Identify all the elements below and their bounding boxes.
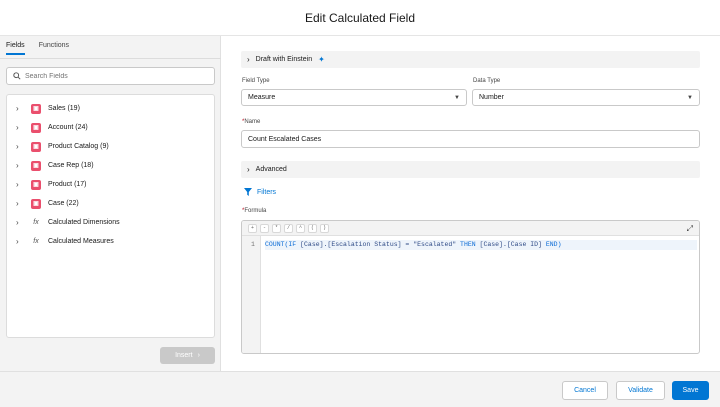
tab-fields[interactable]: Fields: [6, 42, 25, 55]
chevron-right-icon[interactable]: ›: [16, 123, 24, 132]
formula-editor[interactable]: + - * / ^ ( ) ⤢ 1 COUNT(IF [Case].[Escal…: [241, 220, 700, 354]
field-browser-panel: Fields Functions › ▣ Sales (19) › ▣ Acco…: [0, 36, 221, 371]
data-type-select[interactable]: Number ▼: [472, 89, 700, 106]
tree-item-calculated-measures[interactable]: › fx Calculated Measures: [7, 232, 214, 251]
name-input-value: Count Escalated Cases: [248, 135, 322, 143]
modal-title: Edit Calculated Field: [304, 10, 416, 25]
line-number: 1: [251, 241, 255, 248]
tree-item-label: Sales (19): [48, 105, 80, 112]
operator-open-paren-button[interactable]: (: [308, 223, 317, 233]
tree-item-sales[interactable]: › ▣ Sales (19): [7, 99, 214, 118]
advanced-label: Advanced: [255, 166, 287, 173]
chevron-right-icon[interactable]: ›: [16, 237, 24, 246]
tree-item-product[interactable]: › ▣ Product (17): [7, 175, 214, 194]
object-icon: ▣: [31, 160, 41, 171]
name-label-text: Name: [244, 119, 261, 125]
code-close: ): [557, 241, 562, 248]
operator-power-button[interactable]: ^: [296, 223, 305, 233]
tabs-divider: [0, 58, 221, 59]
panel-tabs: Fields Functions: [6, 42, 69, 55]
operator-multiply-button[interactable]: *: [272, 223, 281, 233]
chevron-right-icon[interactable]: ›: [16, 218, 24, 227]
tree-item-label: Account (24): [48, 124, 88, 131]
save-button[interactable]: Save: [672, 381, 709, 400]
formula-code-line[interactable]: COUNT(IF [Case].[Escalation Status] = "E…: [265, 240, 697, 250]
name-input[interactable]: Count Escalated Cases: [241, 130, 700, 148]
search-field-box[interactable]: [6, 67, 215, 85]
fx-icon: fx: [33, 219, 39, 226]
draft-with-einstein-section[interactable]: › Draft with Einstein ✦: [241, 51, 700, 68]
code-result: [Case].[Case ID]: [475, 241, 546, 248]
name-label: *Name: [242, 119, 261, 125]
insert-button-label: Insert: [175, 352, 193, 359]
tree-item-label: Calculated Measures: [48, 238, 114, 245]
chevron-right-icon[interactable]: ›: [16, 199, 24, 208]
object-icon: ▣: [31, 198, 41, 209]
object-icon: ▣: [31, 122, 41, 133]
search-fields-input[interactable]: [25, 72, 205, 80]
filters-link[interactable]: Filters: [244, 188, 276, 196]
tree-item-label: Product Catalog (9): [48, 143, 109, 150]
insert-button[interactable]: Insert ›: [160, 347, 215, 364]
code-keyword-end: END: [545, 241, 558, 248]
tree-item-label: Product (17): [48, 181, 87, 188]
advanced-section[interactable]: › Advanced: [241, 161, 700, 178]
einstein-sparkle-icon: ✦: [318, 55, 325, 64]
formula-label: *Formula: [242, 208, 267, 214]
operator-close-paren-button[interactable]: ): [320, 223, 329, 233]
chevron-right-icon: ›: [247, 55, 250, 64]
tab-functions[interactable]: Functions: [39, 42, 69, 55]
object-icon: ▣: [31, 179, 41, 190]
operator-toolbar: + - * / ^ ( ) ⤢: [242, 221, 699, 236]
line-number-gutter: 1: [242, 236, 261, 353]
tree-item-label: Case (22): [48, 200, 79, 207]
chevron-right-icon: ›: [247, 165, 250, 174]
code-keyword-then: THEN: [460, 241, 476, 248]
data-type-value: Number: [479, 94, 504, 101]
caret-down-icon: ▼: [687, 94, 693, 101]
filters-label: Filters: [257, 188, 277, 196]
field-type-value: Measure: [248, 94, 276, 101]
code-condition: [Case].[Escalation Status] = "Escalated": [296, 241, 461, 248]
validate-button[interactable]: Validate: [616, 381, 665, 400]
formula-form-panel: › Draft with Einstein ✦ Field Type Measu…: [221, 36, 720, 371]
tree-item-case[interactable]: › ▣ Case (22): [7, 194, 214, 213]
field-type-select[interactable]: Measure ▼: [241, 89, 467, 106]
funnel-icon: [244, 188, 252, 196]
tree-item-product-catalog[interactable]: › ▣ Product Catalog (9): [7, 137, 214, 156]
expand-icon[interactable]: ⤢: [687, 224, 693, 234]
search-icon: [13, 72, 21, 80]
object-icon: ▣: [31, 141, 41, 152]
tree-item-account[interactable]: › ▣ Account (24): [7, 118, 214, 137]
operator-divide-button[interactable]: /: [284, 223, 293, 233]
object-icon: ▣: [31, 103, 41, 114]
code-function: COUNT(: [265, 241, 289, 248]
data-type-label: Data Type: [473, 78, 501, 84]
caret-down-icon: ▼: [454, 94, 460, 101]
chevron-right-icon[interactable]: ›: [16, 142, 24, 151]
chevron-right-icon[interactable]: ›: [16, 104, 24, 113]
fx-icon: fx: [33, 238, 39, 245]
tree-item-case-rep[interactable]: › ▣ Case Rep (18): [7, 156, 214, 175]
operator-minus-button[interactable]: -: [260, 223, 269, 233]
draft-with-einstein-label: Draft with Einstein: [255, 56, 313, 63]
chevron-right-icon: ›: [197, 352, 200, 359]
tree-item-label: Case Rep (18): [48, 162, 94, 169]
modal-header: Edit Calculated Field: [0, 0, 720, 36]
tree-item-calculated-dimensions[interactable]: › fx Calculated Dimensions: [7, 213, 214, 232]
formula-label-text: Formula: [244, 208, 267, 214]
chevron-right-icon[interactable]: ›: [16, 161, 24, 170]
modal-footer: Cancel Validate Save: [0, 371, 720, 407]
field-type-label: Field Type: [242, 78, 270, 84]
cancel-button[interactable]: Cancel: [562, 381, 608, 400]
tree-item-label: Calculated Dimensions: [48, 219, 120, 226]
operator-plus-button[interactable]: +: [248, 223, 257, 233]
chevron-right-icon[interactable]: ›: [16, 180, 24, 189]
field-tree: › ▣ Sales (19) › ▣ Account (24) › ▣ Prod…: [6, 94, 215, 338]
